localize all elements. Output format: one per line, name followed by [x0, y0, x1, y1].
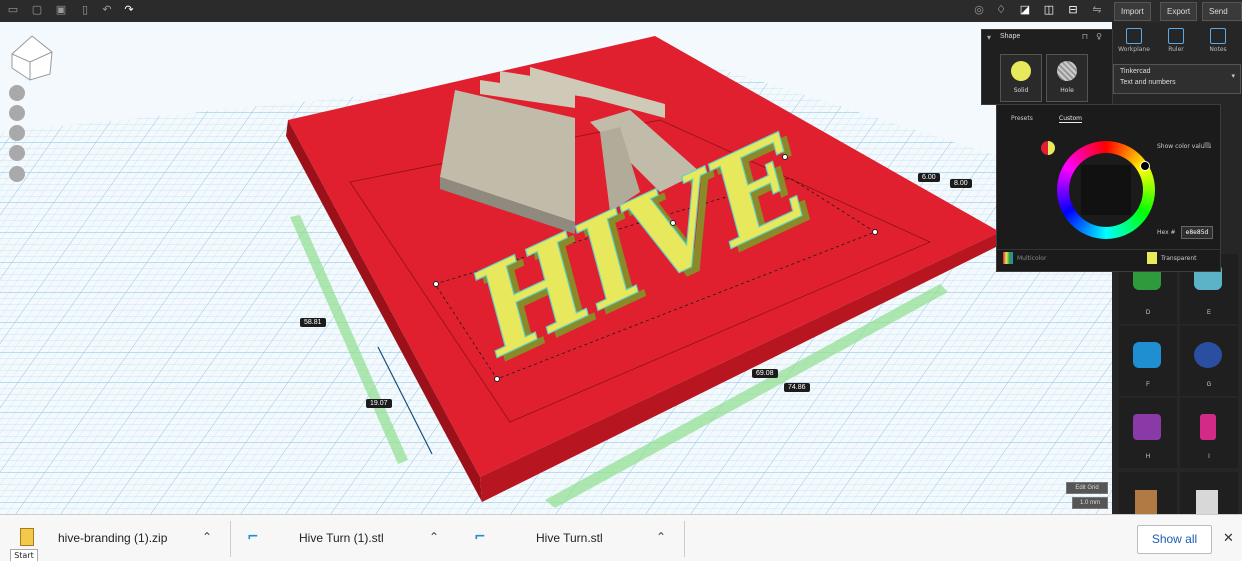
- tinkercad-window: ▭ ▢ ▣ ▯ ↶ ↷ ◎ ♢ ◪ ◫ ⊟ ⇋ Import Export Se…: [0, 0, 1242, 561]
- fit-view-icon[interactable]: [9, 105, 25, 121]
- hue-handle[interactable]: [1140, 161, 1150, 171]
- color-picker-popup: Presets Custom Show color values Hex # e…: [996, 104, 1221, 272]
- shape-letter-i[interactable]: I: [1180, 398, 1238, 468]
- lock-icon[interactable]: ⊓: [1082, 32, 1088, 41]
- multicolor-label: Multicolor: [1017, 255, 1047, 262]
- shape-inspector: ▾ Shape ⊓ ♀ Solid Hole: [981, 29, 1113, 105]
- duplicate-icon[interactable]: ▣: [54, 3, 68, 17]
- chevron-down-icon: ▾: [1231, 73, 1235, 80]
- start-label: Start: [10, 549, 38, 561]
- copy-icon[interactable]: ▭: [6, 3, 20, 17]
- chevron-up-icon[interactable]: ⌃: [656, 530, 666, 544]
- workplane-icon: [1126, 28, 1142, 44]
- zoom-out-icon[interactable]: [9, 145, 25, 161]
- library-subtitle: Text and numbers: [1120, 79, 1176, 86]
- ruler-tab[interactable]: Ruler: [1156, 24, 1196, 60]
- ruler-icon: [1168, 28, 1184, 44]
- recent-colors-icon[interactable]: [1041, 141, 1055, 155]
- download-filename: Hive Turn.stl: [536, 531, 603, 545]
- dimension-label-length[interactable]: 58.81: [300, 318, 326, 327]
- hole-button[interactable]: Hole: [1046, 54, 1088, 102]
- collapse-icon[interactable]: ▾: [987, 33, 991, 42]
- light-bulb-icon[interactable]: ♢: [994, 3, 1008, 17]
- dimension-label-z[interactable]: 6.00: [918, 173, 940, 182]
- transparent-label: Transparent: [1161, 255, 1197, 262]
- group-icon[interactable]: ◪: [1018, 3, 1032, 17]
- redo-icon[interactable]: ↷: [122, 3, 136, 17]
- tab-presets[interactable]: Presets: [1011, 115, 1033, 122]
- shape-letter-g[interactable]: G: [1180, 326, 1238, 396]
- paste-icon[interactable]: ▢: [30, 3, 44, 17]
- dimension-label-width[interactable]: 69.08: [752, 369, 778, 378]
- dimension-label-height[interactable]: 19.07: [366, 399, 392, 408]
- solid-color-swatch: [1011, 61, 1031, 81]
- download-item[interactable]: Start hive-branding (1).zip ⌃: [0, 515, 230, 561]
- library-select[interactable]: Tinkercad Text and numbers ▾: [1113, 64, 1241, 94]
- hole-swatch: [1057, 61, 1077, 81]
- workplane-tab[interactable]: Workplane: [1114, 24, 1154, 60]
- library-title: Tinkercad: [1120, 68, 1151, 75]
- hex-label: Hex #: [1157, 229, 1176, 236]
- show-color-values-toggle[interactable]: [1203, 142, 1211, 148]
- scene-svg: HIVE HIVE: [0, 22, 1112, 514]
- shape-thumb: [1196, 490, 1218, 514]
- undo-icon[interactable]: ↶: [100, 3, 114, 17]
- show-all-button[interactable]: Show all: [1137, 525, 1212, 554]
- notes-icon: [1210, 28, 1226, 44]
- shape-thumb: [1133, 414, 1161, 440]
- dimension-label-plate-width[interactable]: 74.86: [784, 383, 810, 392]
- ungroup-icon[interactable]: ◫: [1042, 3, 1056, 17]
- zoom-in-icon[interactable]: [9, 125, 25, 141]
- download-filename: Hive Turn (1).stl: [299, 531, 384, 545]
- export-button[interactable]: Export: [1160, 2, 1198, 21]
- download-item[interactable]: ⌐ Hive Turn (1).stl ⌃: [231, 515, 457, 561]
- hue-wheel[interactable]: [1057, 141, 1155, 239]
- dimension-label-elevation[interactable]: 8.00: [950, 179, 972, 188]
- 3d-viewport[interactable]: HIVE HIVE 58.81 19.07 69.08 74.86 6.00 8…: [0, 22, 1112, 514]
- perspective-icon[interactable]: [9, 166, 25, 182]
- close-icon[interactable]: ✕: [1223, 531, 1234, 546]
- home-view-icon[interactable]: [9, 85, 25, 101]
- download-filename: hive-branding (1).zip: [58, 531, 168, 545]
- top-toolbar: ▭ ▢ ▣ ▯ ↶ ↷ ◎ ♢ ◪ ◫ ⊟ ⇋ Import Export Se…: [0, 0, 1242, 33]
- snap-grid-button[interactable]: 1.0 mm: [1072, 497, 1108, 509]
- zip-file-icon: [20, 528, 34, 546]
- mirror-icon[interactable]: ⇋: [1090, 3, 1104, 17]
- visibility-icon[interactable]: ♀: [1096, 32, 1102, 41]
- align-icon[interactable]: ⊟: [1066, 3, 1080, 17]
- shape-thumb: [1200, 414, 1216, 440]
- shape-letter-h[interactable]: H: [1119, 398, 1177, 468]
- show-all-icon[interactable]: ◎: [972, 3, 986, 17]
- shape-letter-f[interactable]: F: [1119, 326, 1177, 396]
- edit-grid-button[interactable]: Edit Grid: [1066, 482, 1108, 494]
- chevron-up-icon[interactable]: ⌃: [202, 530, 212, 544]
- import-button[interactable]: Import: [1114, 2, 1151, 21]
- multicolor-icon[interactable]: [1003, 252, 1013, 264]
- saturation-square[interactable]: [1081, 165, 1131, 215]
- shape-thumb: [1135, 490, 1157, 514]
- download-item[interactable]: ⌐ Hive Turn.stl ⌃: [458, 515, 684, 561]
- notes-tab[interactable]: Notes: [1198, 24, 1238, 60]
- send-to-button[interactable]: Send To: [1202, 2, 1242, 33]
- stl-file-icon: ⌐: [247, 529, 259, 545]
- download-bar: Start hive-branding (1).zip ⌃ ⌐ Hive Tur…: [0, 514, 1242, 561]
- chevron-up-icon[interactable]: ⌃: [429, 530, 439, 544]
- transparent-checkbox[interactable]: [1147, 252, 1157, 264]
- shape-thumb: [1133, 342, 1161, 368]
- hex-input[interactable]: e8e85d: [1181, 226, 1213, 239]
- solid-button[interactable]: Solid: [1000, 54, 1042, 102]
- shape-thumb: [1194, 342, 1222, 368]
- tab-custom[interactable]: Custom: [1059, 115, 1082, 123]
- shape-panel-title: Shape: [1000, 33, 1021, 40]
- shape-letter-j[interactable]: [1119, 472, 1177, 514]
- delete-icon[interactable]: ▯: [78, 3, 92, 17]
- stl-file-icon: ⌐: [474, 529, 486, 545]
- shape-letter-k[interactable]: [1180, 472, 1238, 514]
